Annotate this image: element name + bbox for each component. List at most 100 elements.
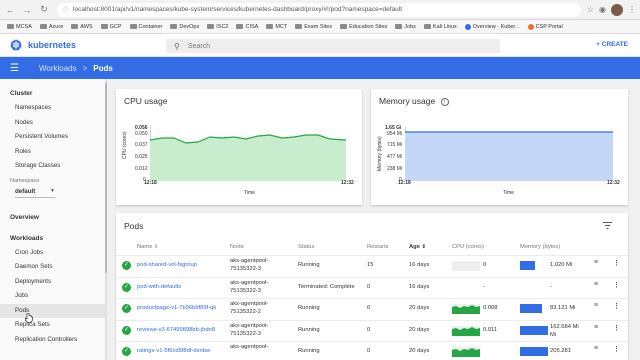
row-actions-icon[interactable]: ⋮ — [613, 324, 620, 332]
create-button[interactable]: + CREATE — [596, 41, 628, 48]
column-header-restarts[interactable]: Restarts — [367, 244, 389, 250]
row-actions-icon[interactable]: ⋮ — [613, 345, 620, 353]
sidebar-item-daemon-sets[interactable]: Daemon Sets — [0, 260, 106, 275]
sidebar-item-roles[interactable]: Roles — [0, 145, 106, 160]
forward-icon[interactable]: → — [20, 3, 34, 17]
pod-memory-unit: Mi — [550, 331, 557, 338]
column-header-name[interactable]: Name ⇕ — [137, 244, 158, 250]
pod-name-link[interactable]: reviews-v3-67499898bb-jhdn8 — [137, 327, 215, 334]
pod-node: aks-agentpool- — [230, 344, 269, 350]
kubernetes-logo-icon[interactable] — [10, 39, 22, 51]
bookmark-item[interactable]: Overview - Kuber... — [462, 23, 523, 30]
logs-icon[interactable]: ≡ — [594, 345, 598, 352]
pod-name-link[interactable]: productpage-v1-7b96bbf89f-qk — [137, 305, 216, 312]
extension-icon[interactable]: ◉ — [599, 5, 606, 14]
bookmark-item[interactable]: CSP Portal — [525, 23, 566, 30]
bookmark-item[interactable]: Jobs — [392, 24, 419, 30]
bookmark-item[interactable]: AWS — [68, 24, 95, 30]
sidebar-item-replica-sets[interactable]: Replica Sets — [0, 318, 106, 333]
search-box[interactable]: ⚲ Search — [166, 39, 500, 53]
table-row[interactable]: ✓ productpage-v1-7b96bbf89f-qk aks-agentpo… — [116, 298, 628, 318]
pod-cpu-value: 0.008 — [483, 305, 498, 311]
star-icon[interactable]: ☆ — [587, 5, 594, 14]
sidebar-item-pods[interactable]: Pods — [0, 303, 106, 318]
column-header-age[interactable]: Age ⇕ — [409, 244, 426, 250]
pod-node: 75135322-2 — [230, 309, 261, 315]
table-row[interactable]: ✓ ratings-v1-5f6cd5f8df-dxnbw aks-agentpoo… — [116, 341, 628, 360]
bookmark-item[interactable]: Kali Linux — [421, 24, 460, 30]
dropdown-arrow-icon: ▼ — [50, 188, 55, 194]
pod-node: aks-agentpool- — [230, 322, 269, 329]
bookmark-item[interactable]: Exam Sites — [292, 24, 335, 30]
search-input[interactable]: Search — [188, 43, 210, 50]
sidebar-item-namespaces[interactable]: Namespaces — [0, 101, 106, 116]
bookmark-item[interactable]: MCT — [263, 24, 290, 30]
sidebar-heading-workloads[interactable]: Workloads — [0, 235, 106, 242]
namespace-select[interactable]: default ▼ — [15, 186, 55, 198]
brand-name[interactable]: kubernetes — [28, 40, 76, 50]
pod-status: Running — [298, 326, 320, 333]
breadcrumb-workloads[interactable]: Workloads — [39, 64, 77, 73]
info-icon[interactable]: ⓘ — [63, 5, 69, 14]
memory-card-title-text: Memory usage — [379, 96, 436, 106]
sidebar-heading-cluster[interactable]: Cluster — [0, 90, 106, 97]
pod-status: Running — [298, 348, 320, 354]
pod-name-link[interactable]: ratings-v1-5f6cd5f8df-dxnbw — [137, 348, 210, 355]
column-header-memory[interactable]: Memory (bytes) — [520, 244, 560, 250]
row-actions-icon[interactable]: ⋮ — [613, 281, 620, 289]
address-bar[interactable]: ⓘ localhost:8001/api/v1/namespaces/kube-… — [57, 2, 581, 17]
bookmark-item[interactable]: Education Sites — [337, 24, 390, 30]
pod-name-link[interactable]: pod-with-defaults — [137, 284, 181, 291]
table-row[interactable]: ✓ pod-shared-vol-fsgroup aks-agentpool- 751… — [116, 255, 628, 275]
filter-icon[interactable] — [603, 222, 612, 229]
column-header-cpu[interactable]: CPU (cores) — [452, 244, 484, 250]
cpu-chart — [150, 127, 350, 181]
memory-area-fill — [405, 132, 613, 181]
row-actions-icon[interactable]: ⋮ — [613, 302, 620, 310]
memory-sparkline — [520, 261, 535, 270]
column-header-node[interactable]: Node — [230, 244, 244, 250]
bookmark-item[interactable]: DevOps — [167, 24, 202, 30]
bookmark-item[interactable]: GCP — [98, 24, 125, 30]
sidebar-item-overview[interactable]: Overview — [0, 214, 106, 221]
cpu-sparkline-area — [452, 326, 480, 336]
table-row[interactable]: ✓ pod-with-defaults aks-agentpool- 75135322… — [116, 276, 628, 297]
cpu-y-tick: 0.025 — [135, 154, 148, 160]
sidebar-item-replication-controllers[interactable]: Replication Controllers — [0, 333, 106, 348]
row-actions-icon[interactable]: ⋮ — [613, 259, 620, 267]
cpu-sparkline-area — [452, 305, 480, 314]
sidebar-scrollbar-thumb[interactable] — [105, 83, 107, 273]
menu-icon[interactable]: ⋮ — [628, 5, 636, 14]
bookmark-item[interactable]: Container — [127, 24, 166, 30]
sidebar-item-cron-jobs[interactable]: Cron Jobs — [0, 246, 106, 261]
logs-icon[interactable]: ≡ — [594, 259, 598, 266]
pod-age: 20 days — [409, 348, 430, 354]
sidebar-item-deployments[interactable]: Deployments — [0, 275, 106, 290]
cpu-sparkline-area — [452, 348, 480, 357]
reload-icon[interactable]: ↻ — [37, 3, 51, 17]
info-icon[interactable]: i — [440, 97, 449, 106]
folder-icon — [340, 24, 348, 29]
logs-icon[interactable]: ≡ — [594, 324, 598, 331]
sidebar-item-jobs[interactable]: Jobs — [0, 289, 106, 304]
bookmark-item[interactable]: CISA — [233, 24, 261, 30]
logs-icon[interactable]: ≡ — [594, 281, 598, 288]
bookmark-item[interactable]: MCSA — [4, 24, 35, 30]
bookmark-item[interactable]: Azure — [37, 24, 66, 30]
table-row[interactable]: ✓ reviews-v3-67499898bb-jhdn8 aks-agentpoo… — [116, 319, 628, 340]
sidebar-item-nodes[interactable]: Nodes — [0, 116, 106, 131]
sidebar-item-storage-classes[interactable]: Storage Classes — [0, 159, 106, 174]
sidebar-item-persistent-volumes[interactable]: Persistent Volumes — [0, 130, 106, 145]
folder-icon — [170, 24, 178, 29]
bookmark-item[interactable]: ISC2 — [204, 24, 231, 30]
column-header-status[interactable]: Status — [298, 244, 314, 250]
kubernetes-favicon-icon — [464, 23, 471, 30]
profile-avatar[interactable] — [611, 3, 623, 16]
logs-icon[interactable]: ≡ — [594, 302, 598, 309]
back-icon[interactable]: ← — [3, 3, 17, 17]
memory-y-tick: 238 Mi — [387, 166, 403, 172]
hamburger-menu-icon[interactable]: ☰ — [10, 63, 19, 74]
pod-restarts: 0 — [367, 283, 371, 290]
pod-name-link[interactable]: pod-shared-vol-fsgroup — [137, 262, 197, 269]
pod-cpu-value: 0.011 — [483, 326, 498, 333]
